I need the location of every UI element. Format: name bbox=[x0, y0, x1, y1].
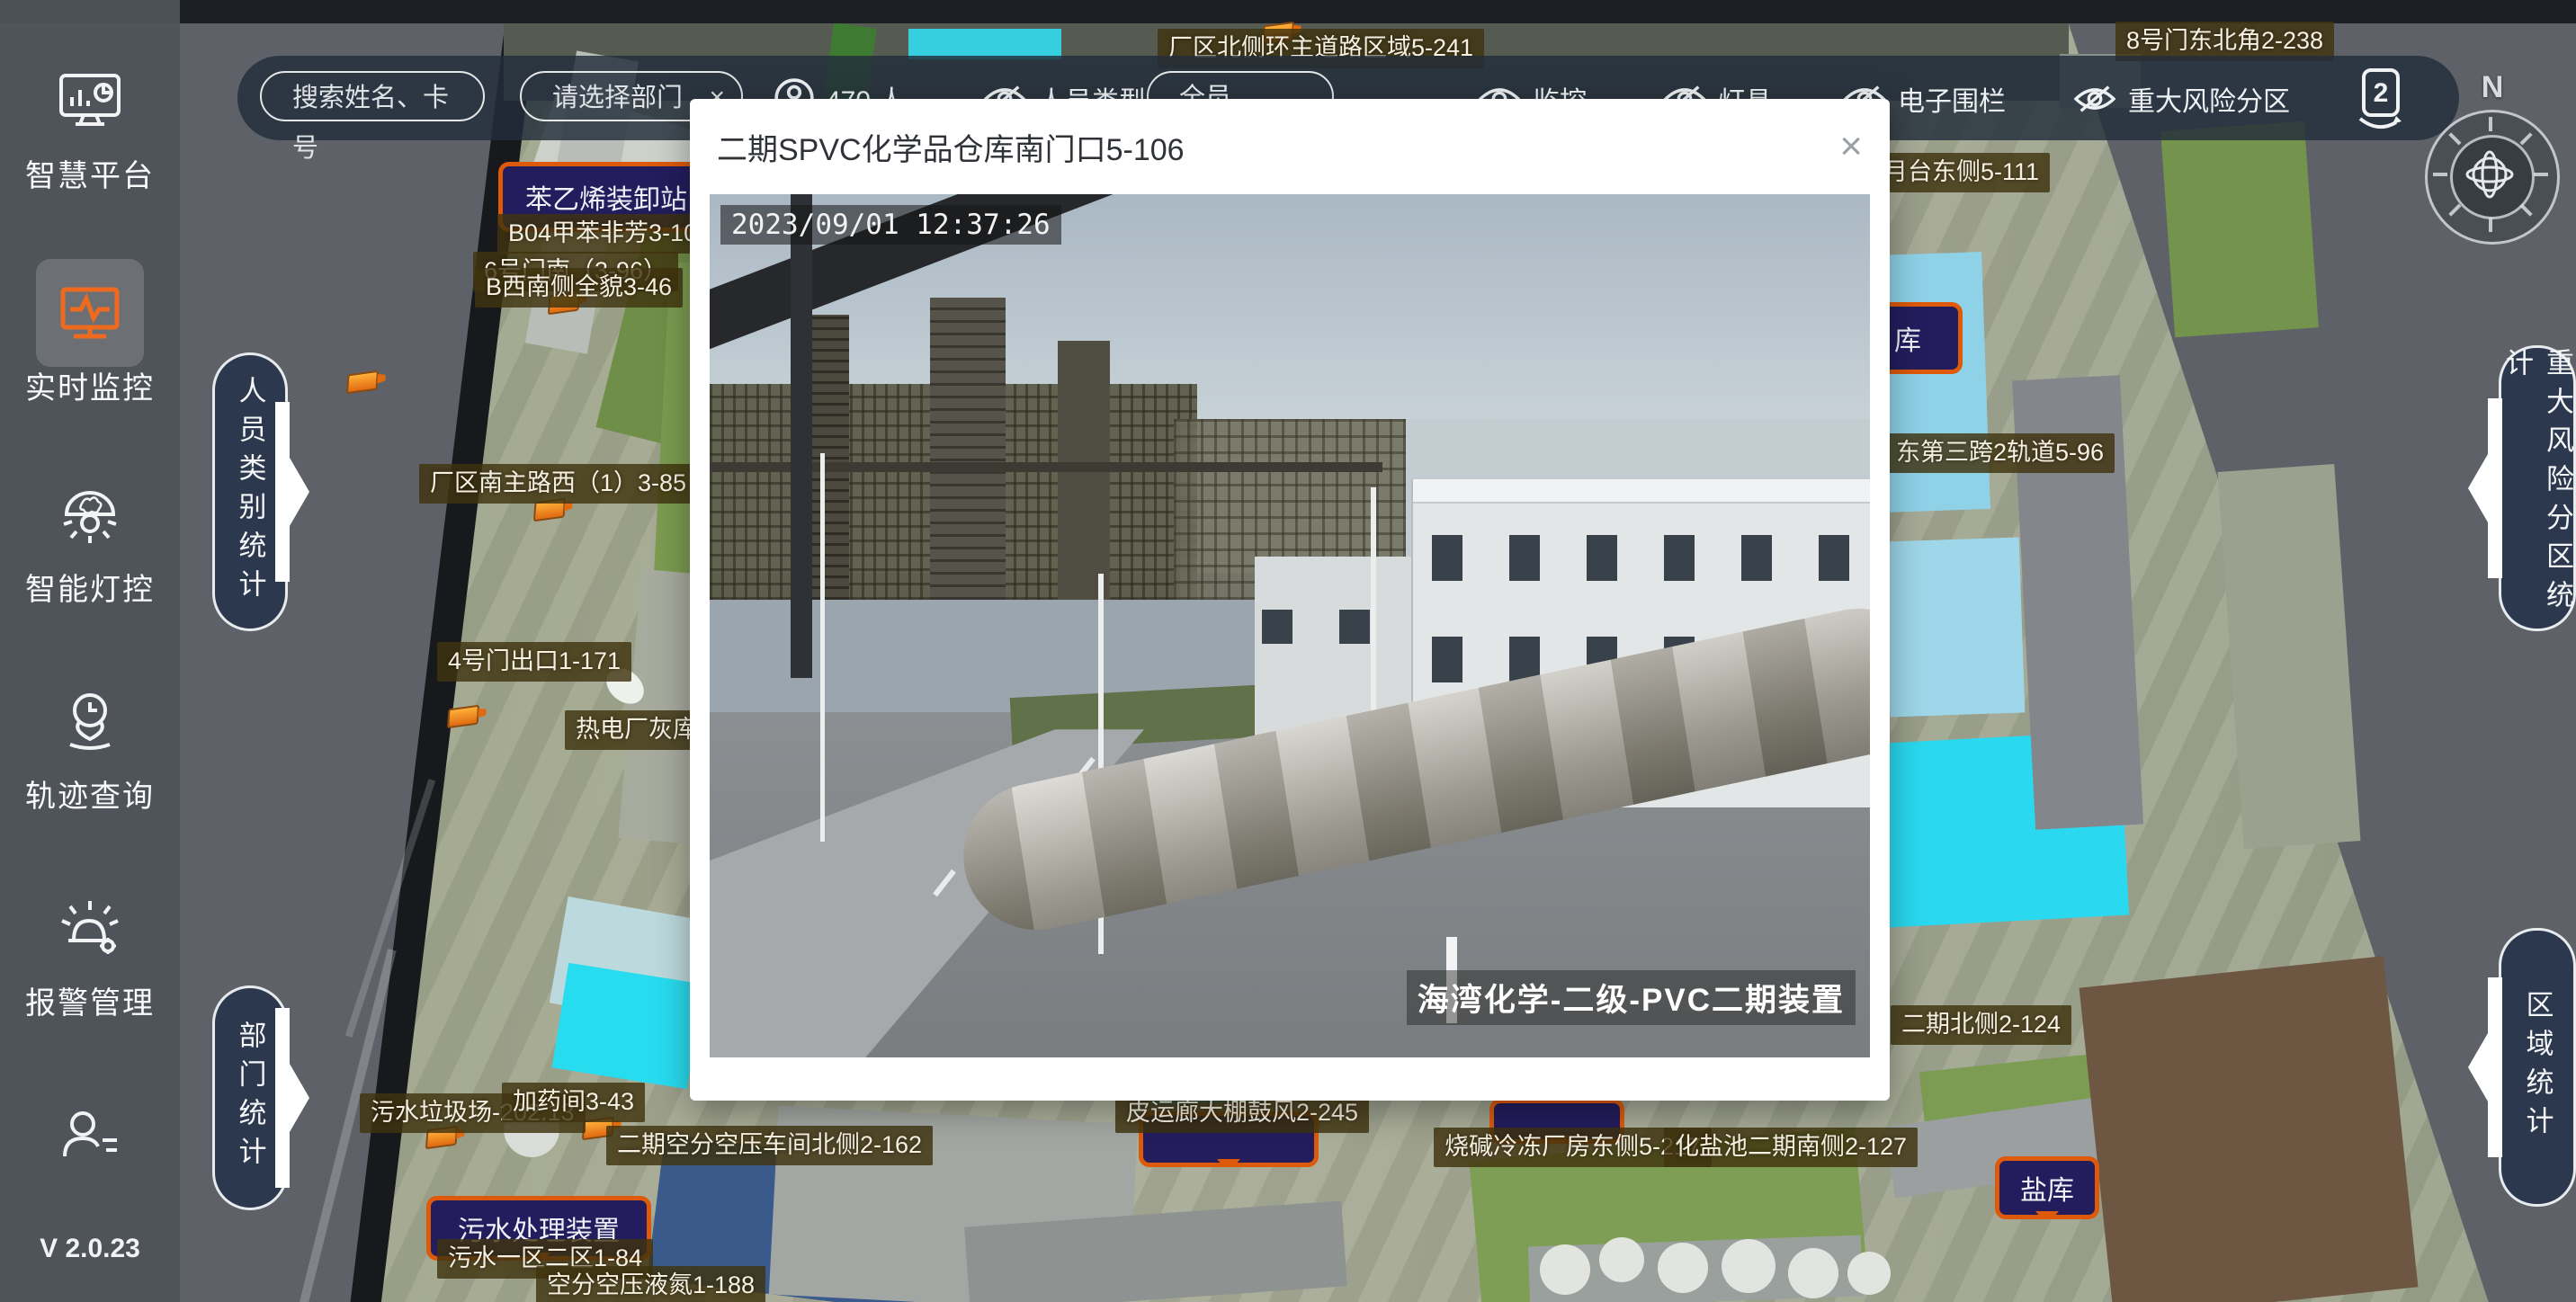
map-label[interactable]: 东第三跨2轨道5-96 bbox=[1885, 433, 2115, 473]
toggle-label: 重大风险分区 bbox=[2128, 79, 2290, 119]
map-label[interactable]: B西南侧全貌3-46 bbox=[475, 268, 683, 308]
map-label[interactable]: 空分空压液氮1-188 bbox=[536, 1266, 765, 1302]
app-version: V 2.0.23 bbox=[0, 1234, 180, 1264]
map-label[interactable]: 4号门出口1-171 bbox=[437, 642, 631, 682]
tab-major-risk-zone-stats[interactable]: 重大风险分区统计 bbox=[2499, 345, 2576, 631]
user-list-icon bbox=[52, 1099, 128, 1174]
map-terrain-block bbox=[908, 29, 1061, 59]
modal-header: 二期SPVC化学品仓库南门口5-106 × bbox=[690, 99, 1890, 194]
sidebar-item-label: 轨迹查询 bbox=[0, 771, 180, 816]
tab-label: 部门统计 bbox=[230, 1021, 271, 1175]
sidebar-item-label: 智慧平台 bbox=[0, 151, 180, 195]
camera-marker-icon[interactable] bbox=[346, 370, 379, 395]
search-input[interactable]: 搜索姓名、卡号 bbox=[260, 71, 485, 121]
compass[interactable]: N bbox=[2425, 70, 2560, 250]
map-top-edge bbox=[0, 0, 2576, 23]
photo-roofline bbox=[1413, 479, 1870, 504]
tab-label: 重大风险分区统计 bbox=[2497, 348, 2576, 629]
camera-feed: 2023/09/01 12:37:26 海湾化学-二级-PVC二期装置 bbox=[710, 194, 1870, 1057]
dashboard-monitor-icon bbox=[52, 63, 128, 138]
tab-label: 区域统计 bbox=[2518, 990, 2558, 1145]
map-label[interactable]: 热电厂灰库 bbox=[565, 710, 708, 750]
sidebar-item-label: 实时监控 bbox=[0, 363, 180, 407]
map-terrain-block bbox=[1847, 1252, 1891, 1295]
app-root: 苯乙烯装卸站污水处理装置盐库库厂区北侧环主道路区域5-2418号门东北角2-23… bbox=[0, 0, 2576, 1302]
map-label[interactable]: 厂区南主路西（1）3-85 bbox=[419, 464, 697, 504]
close-icon[interactable]: × bbox=[1839, 127, 1863, 166]
sidebar-item-label: 智能灯控 bbox=[0, 565, 180, 609]
compass-north-label: N bbox=[2425, 70, 2560, 105]
map-label[interactable]: 加药间3-43 bbox=[502, 1083, 645, 1122]
photo-foreground-pole bbox=[791, 194, 811, 678]
alarm-manage-icon bbox=[52, 890, 128, 966]
map-terrain-block bbox=[2080, 956, 2419, 1302]
tab-label: 人员类别统计 bbox=[230, 376, 271, 608]
dimension-toggle-button[interactable]: 2 bbox=[2351, 67, 2409, 131]
compass-tick bbox=[2489, 218, 2492, 232]
department-select-value: 请选择部门 bbox=[552, 84, 683, 112]
compass-tick bbox=[2489, 117, 2492, 131]
map-terrain-block bbox=[2218, 464, 2361, 849]
map-label[interactable]: 月台东侧5-111 bbox=[1873, 153, 2050, 192]
smart-light-icon bbox=[52, 477, 128, 552]
modal-title: 二期SPVC化学品仓库南门口5-106 bbox=[717, 125, 1185, 169]
toggle-major-risk-zone[interactable]: 重大风险分区 bbox=[2074, 79, 2290, 119]
sidebar-item-smart-lighting[interactable]: 智能灯控 bbox=[0, 477, 180, 609]
track-query-icon bbox=[52, 683, 128, 759]
realtime-monitor-icon bbox=[52, 275, 128, 351]
tab-region-stats[interactable]: 区域统计 bbox=[2499, 928, 2576, 1207]
photo-windows bbox=[1432, 535, 1854, 581]
compass-tick bbox=[2433, 173, 2447, 176]
sidebar-item-user-list[interactable] bbox=[0, 1099, 180, 1174]
sidebar-item-alarm-management[interactable]: 报警管理 bbox=[0, 890, 180, 1022]
dimension-2d-icon: 2 bbox=[2351, 67, 2409, 131]
gyroscope-icon bbox=[2464, 149, 2515, 200]
sidebar-item-track-query[interactable]: 轨迹查询 bbox=[0, 683, 180, 816]
sidebar-item-realtime-monitor[interactable]: 实时监控 bbox=[0, 275, 180, 407]
camera-watermark: 海湾化学-二级-PVC二期装置 bbox=[1407, 970, 1856, 1025]
map-terrain-block bbox=[1599, 1237, 1644, 1282]
map-label[interactable]: 二期北侧2-124 bbox=[1891, 1005, 2071, 1045]
visibility-off-icon bbox=[2074, 84, 2115, 114]
svg-text:2: 2 bbox=[2374, 78, 2389, 108]
map-terrain-block bbox=[1722, 1239, 1775, 1293]
map-terrain-block bbox=[1884, 537, 2026, 717]
map-terrain-block bbox=[552, 963, 704, 1089]
compass-tick bbox=[2534, 173, 2548, 176]
photo-tower bbox=[930, 298, 1006, 600]
map-terrain-block bbox=[2160, 121, 2319, 338]
map-terrain-block bbox=[1658, 1243, 1708, 1293]
camera-timestamp: 2023/09/01 12:37:26 bbox=[720, 205, 1061, 245]
map-label[interactable]: 二期空分空压车间北侧2-162 bbox=[606, 1126, 933, 1165]
camera-modal: 二期SPVC化学品仓库南门口5-106 × bbox=[690, 99, 1890, 1101]
photo-windows bbox=[1262, 610, 1411, 644]
map-terrain-block bbox=[1540, 1244, 1590, 1295]
toggle-label: 电子围栏 bbox=[1898, 79, 2006, 119]
map-label[interactable]: B04甲苯非芳3-10 bbox=[497, 214, 708, 254]
map-area-callout[interactable]: 盐库 bbox=[1995, 1156, 2099, 1219]
sidebar-item-smart-platform[interactable]: 智慧平台 bbox=[0, 63, 180, 195]
map-label[interactable]: 化盐池二期南侧2-127 bbox=[1664, 1128, 1918, 1167]
sidebar-item-label: 报警管理 bbox=[0, 978, 180, 1022]
sidebar: 智慧平台 实时监控 智能灯控 bbox=[0, 0, 180, 1302]
map-terrain-block bbox=[1875, 252, 1990, 513]
photo-lamp-post bbox=[820, 453, 826, 842]
map-terrain-block bbox=[1788, 1248, 1838, 1298]
